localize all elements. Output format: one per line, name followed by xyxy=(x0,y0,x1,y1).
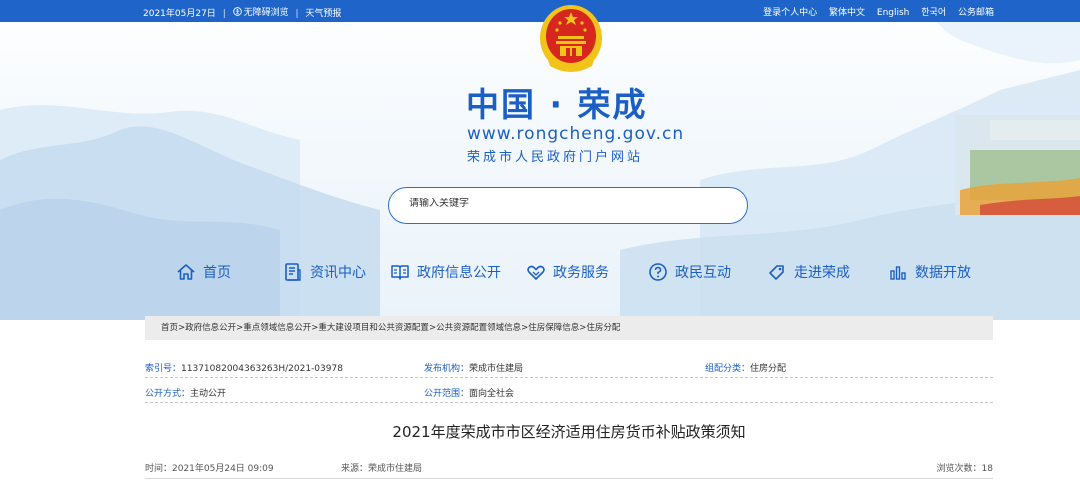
nav-about[interactable]: 走进荣成 xyxy=(767,262,850,282)
divider xyxy=(145,402,993,403)
breadcrumb-item[interactable]: 住房分配 xyxy=(586,323,620,333)
meta-index: 索引号：11371082004363263H/2021-03978 xyxy=(145,361,343,374)
meta-value: 主动公开 xyxy=(190,389,227,399)
divider xyxy=(145,377,993,378)
meta-publisher: 发布机构：荣成市住建局 xyxy=(424,361,523,374)
meta-label: 公开范围： xyxy=(424,389,470,399)
site-url: www.rongcheng.gov.cn xyxy=(467,124,685,144)
views-label: 浏览次数： xyxy=(936,464,982,474)
breadcrumb-separator: > xyxy=(428,323,437,333)
book-icon xyxy=(391,265,409,280)
site-logo-title: 中国 · 荣成 xyxy=(466,85,648,124)
site-subtitle: 荣成市人民政府门户网站 xyxy=(467,150,644,165)
nav-home[interactable]: 首页 xyxy=(176,262,231,282)
english-link[interactable]: English xyxy=(877,8,910,18)
search-box xyxy=(388,187,748,224)
accessibility-label: 无障碍浏览 xyxy=(243,8,289,18)
breadcrumb-item[interactable]: 政府信息公开 xyxy=(185,323,236,333)
document-time: 时间：2021年05月24日 09:09 xyxy=(145,464,274,474)
question-icon xyxy=(649,263,667,281)
current-date: 2021年05月27日 xyxy=(143,9,216,19)
divider xyxy=(145,478,993,479)
breadcrumb-item[interactable]: 重大建设项目和公共资源配置 xyxy=(318,323,429,333)
meta-value: 11371082004363263H/2021-03978 xyxy=(181,364,343,374)
home-icon xyxy=(177,264,195,280)
meta-label: 索引号： xyxy=(145,364,182,374)
handshake-icon xyxy=(527,265,545,280)
national-emblem-icon xyxy=(540,5,602,72)
meta-scope: 公开范围：面向全社会 xyxy=(424,386,514,399)
document-title: 2021年度荣成市市区经济适用住房货币补贴政策须知 xyxy=(392,423,746,441)
meta-value: 住房分配 xyxy=(750,364,787,374)
meta-category: 组配分类：住房分配 xyxy=(705,361,786,374)
breadcrumb-item[interactable]: 重点领域信息公开 xyxy=(243,323,311,333)
nav-data[interactable]: 数据开放 xyxy=(888,262,971,282)
nav-news[interactable]: 资讯中心 xyxy=(283,262,366,282)
korean-link[interactable]: 한국어 xyxy=(921,8,946,18)
breadcrumb-item[interactable]: 公共资源配置领域信息 xyxy=(436,323,521,333)
views-count: 18 xyxy=(981,464,993,474)
nav-label: 政民互动 xyxy=(675,265,731,281)
breadcrumb-item[interactable]: 首页 xyxy=(161,323,178,333)
accessibility-link[interactable]: 无障碍浏览 xyxy=(232,5,289,18)
search-input[interactable] xyxy=(409,198,729,209)
nav-services[interactable]: 政务服务 xyxy=(526,262,609,282)
meta-label: 组配分类： xyxy=(705,364,751,374)
nav-label: 首页 xyxy=(203,265,231,281)
meta-value: 面向全社会 xyxy=(469,389,515,399)
accessibility-icon xyxy=(232,7,242,16)
nav-label: 数据开放 xyxy=(915,265,971,281)
nav-label: 走进荣成 xyxy=(794,265,850,281)
nav-label: 资讯中心 xyxy=(310,265,366,281)
main-nav: 首页 资讯中心 政府信息公开 政务服务 政民互动 走进荣成 数据开放 xyxy=(0,262,1080,286)
chart-icon xyxy=(890,266,906,280)
tag-icon xyxy=(769,265,784,280)
weather-link[interactable]: 天气预报 xyxy=(305,9,341,19)
document-views: 浏览次数：18 xyxy=(937,461,993,474)
document-source: 来源：荣成市住建局 xyxy=(341,464,423,474)
meta-label: 公开方式： xyxy=(145,389,191,399)
news-icon xyxy=(285,263,301,281)
nav-gov-info[interactable]: 政府信息公开 xyxy=(390,262,501,282)
meta-method: 公开方式：主动公开 xyxy=(145,386,226,399)
traditional-chinese-link[interactable]: 繁体中文 xyxy=(829,8,865,18)
meta-value: 荣成市住建局 xyxy=(469,364,524,374)
breadcrumb-item[interactable]: 住房保障信息 xyxy=(528,323,579,333)
login-link[interactable]: 登录个人中心 xyxy=(763,8,817,18)
nav-interaction[interactable]: 政民互动 xyxy=(648,262,731,282)
breadcrumb: 首页>政府信息公开>重点领域信息公开>重大建设项目和公共资源配置>公共资源配置领… xyxy=(145,316,993,340)
email-link[interactable]: 公务邮箱 xyxy=(958,8,994,18)
meta-label: 发布机构： xyxy=(424,364,470,374)
nav-label: 政务服务 xyxy=(553,265,609,281)
nav-label: 政府信息公开 xyxy=(417,265,501,281)
